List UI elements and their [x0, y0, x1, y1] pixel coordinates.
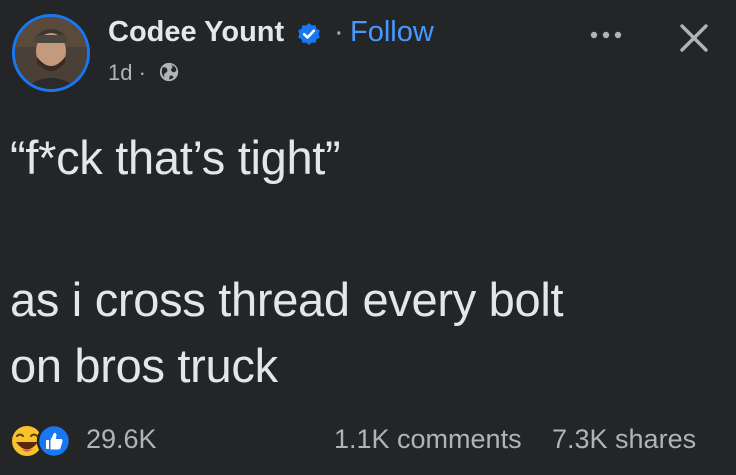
post-text-line: “f*ck that’s tight” — [10, 131, 341, 184]
verified-badge-icon — [298, 23, 320, 45]
avatar[interactable] — [12, 14, 90, 92]
reaction-count[interactable]: 29.6K — [86, 424, 157, 455]
shares-count[interactable]: 7.3K shares — [552, 424, 696, 455]
post-text-line: on bros truck — [10, 339, 278, 392]
comments-count[interactable]: 1.1K comments — [334, 424, 522, 455]
avatar-photo — [15, 17, 87, 89]
follow-button[interactable]: Follow — [350, 16, 434, 49]
close-x-icon[interactable] — [674, 18, 714, 58]
globe-icon — [159, 62, 179, 82]
post-time[interactable]: 1d · — [108, 60, 146, 86]
post-text-line: as i cross thread every bolt — [10, 273, 564, 326]
reaction-icons[interactable] — [8, 421, 78, 461]
like-reaction-icon — [36, 423, 72, 459]
header-separator: · — [334, 16, 344, 48]
author-name[interactable]: Codee Yount — [108, 16, 284, 49]
more-dots-icon[interactable] — [588, 20, 624, 46]
